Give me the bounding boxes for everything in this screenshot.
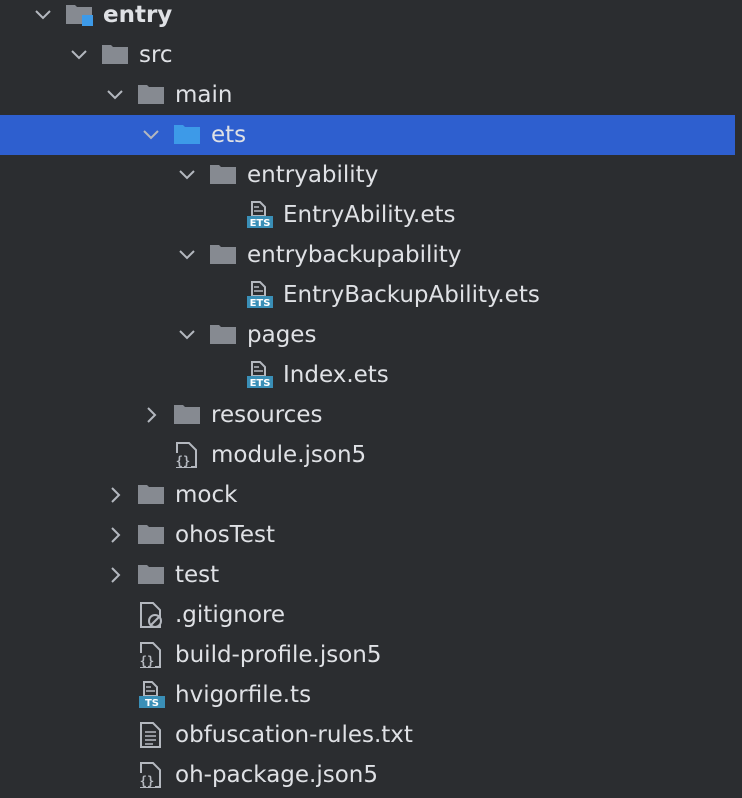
module-folder-icon bbox=[64, 0, 96, 35]
tree-row[interactable]: test bbox=[0, 555, 735, 595]
folder-icon bbox=[208, 315, 240, 355]
tree-item-label: build-profile.json5 bbox=[175, 642, 382, 668]
tree-row[interactable]: {} module.json5 bbox=[0, 435, 735, 475]
chevron-down-icon[interactable] bbox=[66, 35, 92, 75]
source-folder-icon bbox=[172, 115, 204, 155]
chevron-down-icon[interactable] bbox=[30, 0, 56, 35]
tree-item-label: oh-package.json5 bbox=[175, 762, 379, 788]
json-file-icon: {} bbox=[136, 635, 168, 675]
tree-row[interactable]: entryability bbox=[0, 155, 735, 195]
tree-row[interactable]: entrybackupability bbox=[0, 235, 735, 275]
svg-text:ETS: ETS bbox=[250, 218, 271, 229]
chevron-down-icon[interactable] bbox=[174, 155, 200, 195]
tree-item-label: obfuscation-rules.txt bbox=[175, 722, 413, 748]
folder-icon bbox=[208, 155, 240, 195]
tree-row[interactable]: pages bbox=[0, 315, 735, 355]
tree-row[interactable]: {} build-profile.json5 bbox=[0, 635, 735, 675]
tree-item-label: module.json5 bbox=[211, 442, 367, 468]
folder-icon bbox=[172, 395, 204, 435]
project-tree: entry src main ets entryability ETS EntryAbili… bbox=[0, 0, 742, 798]
chevron-down-icon[interactable] bbox=[138, 115, 164, 155]
tree-item-label: .gitignore bbox=[175, 602, 286, 628]
folder-icon bbox=[136, 75, 168, 115]
svg-text:{}: {} bbox=[140, 654, 154, 668]
folder-icon bbox=[136, 555, 168, 595]
tree-row[interactable]: obfuscation-rules.txt bbox=[0, 715, 735, 755]
ets-file-icon: ETS bbox=[244, 275, 276, 315]
text-file-icon bbox=[136, 715, 168, 755]
json-file-icon: {} bbox=[172, 435, 204, 475]
tree-item-label: Index.ets bbox=[283, 362, 389, 388]
chevron-down-icon[interactable] bbox=[174, 235, 200, 275]
tree-row[interactable]: ETS Index.ets bbox=[0, 355, 735, 395]
json-file-icon: {} bbox=[136, 755, 168, 795]
tree-item-label: pages bbox=[247, 322, 317, 348]
tree-item-label: mock bbox=[175, 482, 238, 508]
tree-row[interactable]: main bbox=[0, 75, 735, 115]
tree-row[interactable]: entry bbox=[0, 0, 735, 35]
chevron-right-icon[interactable] bbox=[138, 395, 164, 435]
tree-row[interactable]: resources bbox=[0, 395, 735, 435]
ets-file-icon: ETS bbox=[244, 355, 276, 395]
chevron-right-icon[interactable] bbox=[102, 515, 128, 555]
chevron-down-icon[interactable] bbox=[102, 75, 128, 115]
tree-row[interactable]: src bbox=[0, 35, 735, 75]
folder-icon bbox=[208, 235, 240, 275]
tree-item-label: src bbox=[139, 42, 173, 68]
ets-file-icon: ETS bbox=[244, 195, 276, 235]
svg-text:ETS: ETS bbox=[250, 298, 271, 309]
chevron-right-icon[interactable] bbox=[102, 555, 128, 595]
folder-icon bbox=[136, 515, 168, 555]
svg-text:TS: TS bbox=[145, 698, 159, 709]
tree-item-label: main bbox=[175, 82, 233, 108]
folder-icon bbox=[100, 35, 132, 75]
tree-item-label: ets bbox=[211, 122, 247, 148]
tree-item-label: resources bbox=[211, 402, 323, 428]
tree-row[interactable]: {} oh-package.json5 bbox=[0, 755, 735, 795]
chevron-right-icon[interactable] bbox=[102, 475, 128, 515]
tree-item-label: hvigorfile.ts bbox=[175, 682, 312, 708]
tree-item-label: entryability bbox=[247, 162, 379, 188]
tree-item-label: entrybackupability bbox=[247, 242, 462, 268]
tree-item-label: EntryBackupAbility.ets bbox=[283, 282, 540, 308]
tree-row[interactable]: ETS EntryBackupAbility.ets bbox=[0, 275, 735, 315]
tree-item-label: test bbox=[175, 562, 220, 588]
ts-file-icon: TS bbox=[136, 675, 168, 715]
svg-text:{}: {} bbox=[176, 454, 190, 468]
tree-row[interactable]: ETS EntryAbility.ets bbox=[0, 195, 735, 235]
svg-text:ETS: ETS bbox=[250, 378, 271, 389]
tree-row[interactable]: .gitignore bbox=[0, 595, 735, 635]
tree-row[interactable]: mock bbox=[0, 475, 735, 515]
tree-item-label: ohosTest bbox=[175, 522, 275, 548]
tree-row[interactable]: TS hvigorfile.ts bbox=[0, 675, 735, 715]
svg-text:{}: {} bbox=[140, 774, 154, 788]
tree-item-label: EntryAbility.ets bbox=[283, 202, 456, 228]
tree-row[interactable]: ohosTest bbox=[0, 515, 735, 555]
tree-item-label: entry bbox=[103, 2, 173, 28]
ignored-file-icon bbox=[136, 595, 168, 635]
chevron-down-icon[interactable] bbox=[174, 315, 200, 355]
folder-icon bbox=[136, 475, 168, 515]
tree-row[interactable]: ets bbox=[0, 115, 735, 155]
